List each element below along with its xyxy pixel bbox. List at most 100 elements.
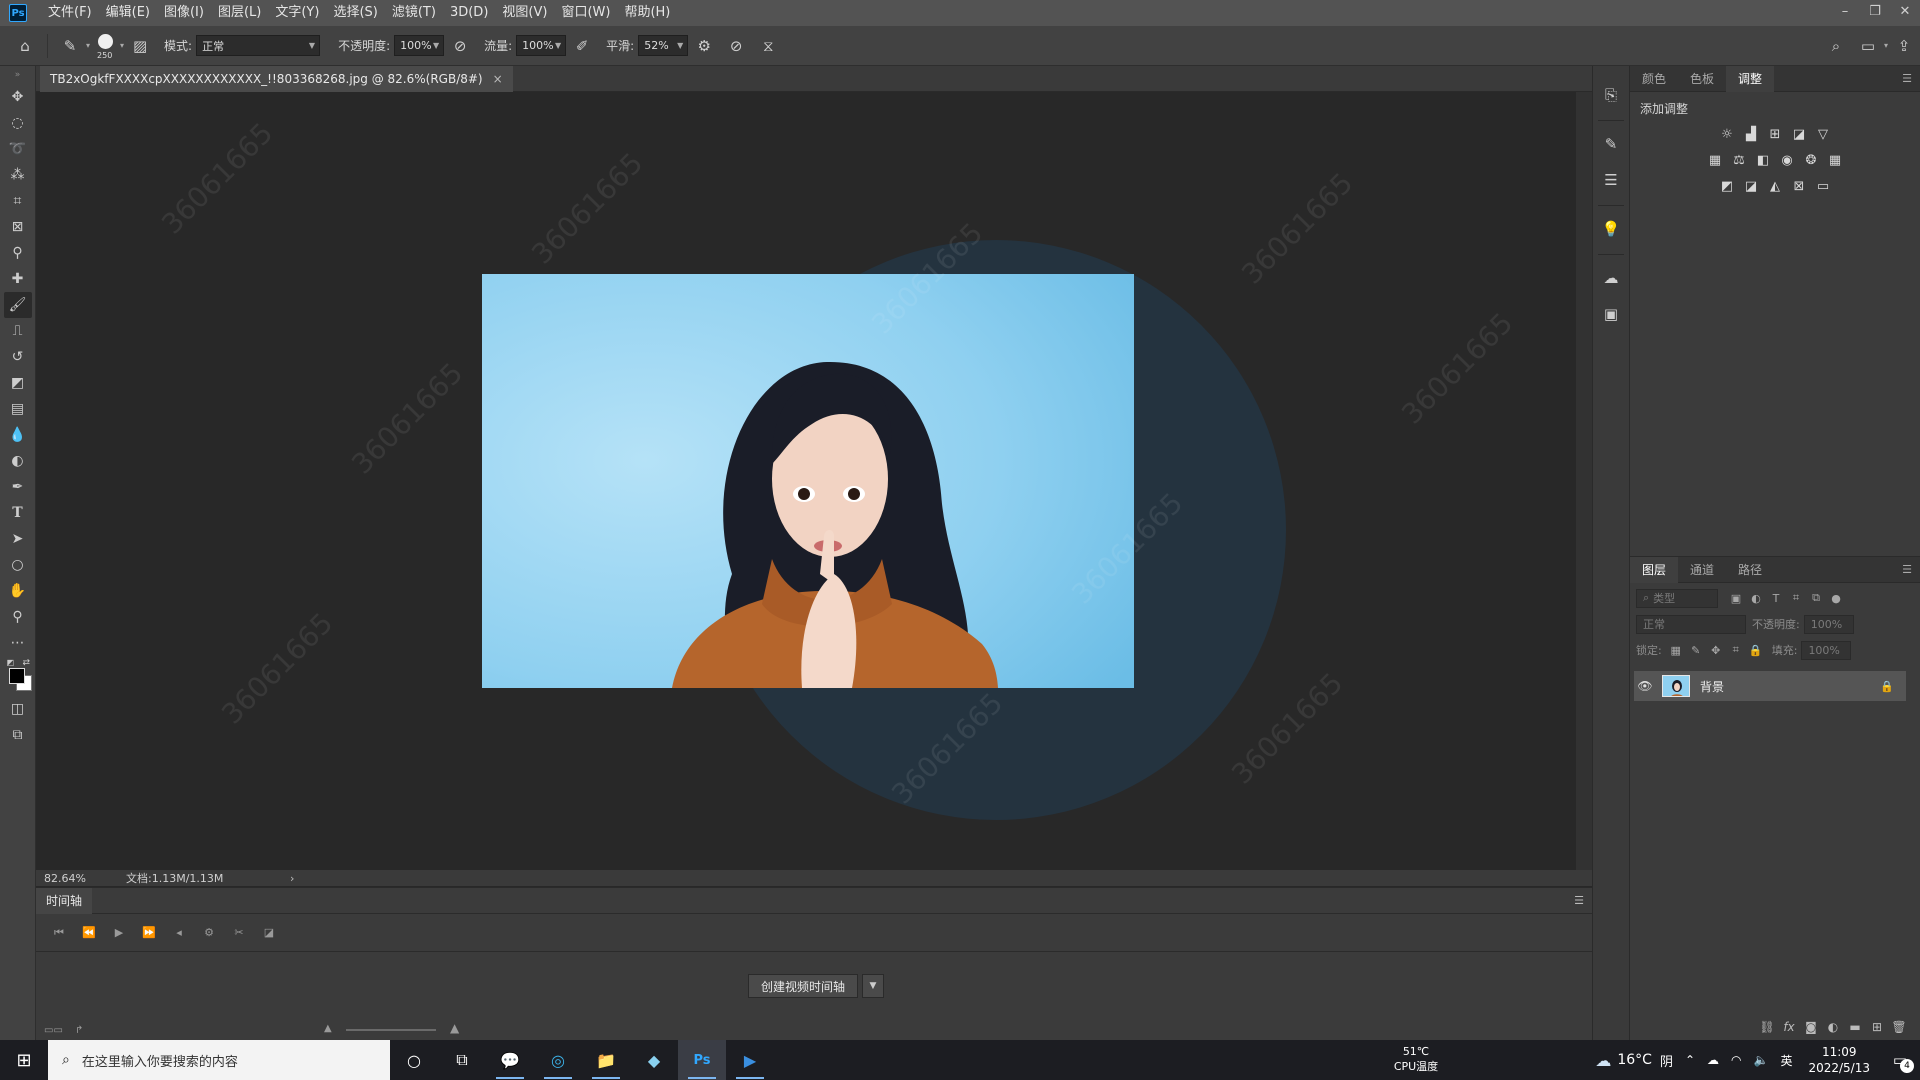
notification-center-icon[interactable]: ▭ 4: [1880, 1051, 1920, 1073]
pressure-opacity-icon[interactable]: ⊘: [447, 33, 473, 59]
threshold-icon[interactable]: ◭: [1764, 177, 1786, 195]
eyedropper-tool-icon[interactable]: ⚲: [4, 240, 32, 266]
edge-browser-icon[interactable]: ◎: [534, 1040, 582, 1080]
chevron-up-icon[interactable]: ⌃: [1679, 1053, 1701, 1067]
vertical-scrollbar[interactable]: [1576, 92, 1592, 870]
menu-help[interactable]: 帮助(H): [617, 0, 677, 26]
pressure-size-icon[interactable]: ⊘: [723, 33, 749, 59]
properties-icon[interactable]: ☰: [1597, 165, 1625, 195]
render-icon[interactable]: ↱: [75, 1025, 83, 1036]
menu-image[interactable]: 图像(I): [157, 0, 211, 26]
lock-icon[interactable]: 🔒: [1880, 680, 1894, 693]
swap-colors-icon[interactable]: ⇄: [23, 658, 31, 668]
channels-icon[interactable]: ▣: [1597, 299, 1625, 329]
gear-icon[interactable]: ⚙: [194, 921, 224, 945]
menu-type[interactable]: 文字(Y): [268, 0, 326, 26]
color-balance-icon[interactable]: ⚖: [1728, 151, 1750, 169]
wechat-icon[interactable]: 💬: [486, 1040, 534, 1080]
tab-swatches[interactable]: 色板: [1678, 66, 1726, 92]
ime-indicator[interactable]: 英: [1774, 1052, 1798, 1069]
dodge-tool-icon[interactable]: ◐: [4, 448, 32, 474]
frames-icon[interactable]: ▭▭: [44, 1025, 63, 1036]
timeline-zoom-slider[interactable]: [346, 1029, 436, 1031]
first-frame-icon[interactable]: ⏮: [44, 921, 74, 945]
previous-frame-icon[interactable]: ⏪: [74, 921, 104, 945]
menu-layer[interactable]: 图层(L): [211, 0, 268, 26]
selective-color-icon[interactable]: ⊠: [1788, 177, 1810, 195]
search-icon[interactable]: ⌕: [1823, 33, 1849, 59]
zoom-tool-icon[interactable]: ⚲: [4, 604, 32, 630]
tab-layers[interactable]: 图层: [1630, 556, 1679, 583]
history-icon[interactable]: ⎘: [1597, 80, 1625, 110]
levels-icon[interactable]: ▟: [1740, 125, 1762, 143]
lock-artboard-icon[interactable]: ⌗: [1726, 641, 1746, 659]
channel-mixer-icon[interactable]: ❂: [1800, 151, 1822, 169]
brush-preset-icon[interactable]: ✎: [57, 33, 83, 59]
tab-adjustments[interactable]: 调整: [1726, 65, 1775, 92]
brush-settings-panel-icon[interactable]: ▨: [127, 33, 153, 59]
vibrance-icon[interactable]: ▽: [1812, 125, 1834, 143]
color-lookup-icon[interactable]: ▦: [1824, 151, 1846, 169]
adjustment-filter-icon[interactable]: ◐: [1746, 589, 1766, 607]
curves-icon[interactable]: ⊞: [1764, 125, 1786, 143]
learn-bulb-icon[interactable]: 💡: [1597, 214, 1625, 244]
lock-all-icon[interactable]: 🔒: [1746, 641, 1766, 659]
new-layer-icon[interactable]: ⊞: [1866, 1020, 1888, 1034]
path-selection-tool-icon[interactable]: ➤: [4, 526, 32, 552]
lock-position-icon[interactable]: ✥: [1706, 641, 1726, 659]
lock-transparent-icon[interactable]: ▦: [1666, 641, 1686, 659]
taskbar-search-box[interactable]: ⌕ 在这里输入你要搜索的内容: [48, 1040, 390, 1080]
chevron-down-icon[interactable]: ▼: [862, 974, 885, 998]
cortana-icon[interactable]: ○: [390, 1040, 438, 1080]
tab-timeline[interactable]: 时间轴: [36, 887, 93, 914]
pen-tool-icon[interactable]: ✒: [4, 474, 32, 500]
menu-select[interactable]: 选择(S): [326, 0, 384, 26]
gradient-map-icon[interactable]: ▭: [1812, 177, 1834, 195]
document-tab[interactable]: TB2xOgkfFXXXXcpXXXXXXXXXXXX_!!803368268.…: [40, 66, 513, 92]
windows-start-icon[interactable]: ⊞: [0, 1040, 48, 1080]
menu-filter[interactable]: 滤镜(T): [385, 0, 443, 26]
pixel-filter-icon[interactable]: ▣: [1726, 589, 1746, 607]
tab-channels[interactable]: 通道: [1678, 557, 1726, 583]
default-colors-icon[interactable]: ◩: [7, 658, 15, 667]
layer-opacity-field[interactable]: 100%: [1803, 614, 1854, 634]
healing-brush-tool-icon[interactable]: ✚: [4, 266, 32, 292]
more-tools-icon[interactable]: ⋯: [4, 630, 32, 656]
black-white-icon[interactable]: ◧: [1752, 151, 1774, 169]
menu-window[interactable]: 窗口(W): [554, 0, 617, 26]
canvas-area[interactable]: 36061665 36061665 36061665 36061665 3606…: [36, 92, 1576, 870]
blend-mode-select[interactable]: 正常: [1636, 614, 1746, 634]
opacity-field[interactable]: 100% ▼: [394, 35, 445, 56]
share-icon[interactable]: ⇪: [1891, 33, 1917, 59]
weather-widget[interactable]: ☁ 16°C 阴: [1589, 1051, 1679, 1070]
smart-object-filter-icon[interactable]: ⧉: [1806, 589, 1826, 607]
fill-field[interactable]: 100%: [1801, 640, 1852, 660]
next-frame-icon[interactable]: ⏩: [134, 921, 164, 945]
fx-icon[interactable]: fx: [1778, 1020, 1800, 1034]
eraser-tool-icon[interactable]: ◩: [4, 370, 32, 396]
gear-icon[interactable]: ⚙: [691, 33, 717, 59]
add-mask-icon[interactable]: ◙: [1800, 1020, 1822, 1034]
gradient-tool-icon[interactable]: ▤: [4, 396, 32, 422]
collapse-icon[interactable]: »: [15, 70, 21, 84]
brush-settings-icon[interactable]: ✎: [1597, 129, 1625, 159]
photo-filter-icon[interactable]: ◉: [1776, 151, 1798, 169]
lasso-tool-icon[interactable]: ➰: [4, 136, 32, 162]
posterize-icon[interactable]: ◪: [1740, 177, 1762, 195]
menu-file[interactable]: 文件(F): [41, 0, 99, 26]
menu-edit[interactable]: 编辑(E): [99, 0, 157, 26]
trash-icon[interactable]: 🗑: [1888, 1020, 1910, 1034]
symmetry-icon[interactable]: ⧖: [755, 33, 781, 59]
zoom-in-icon[interactable]: ▲: [450, 1021, 459, 1035]
chevron-right-icon[interactable]: ›: [290, 872, 294, 885]
marquee-tool-icon[interactable]: ◌: [4, 110, 32, 136]
lock-pixels-icon[interactable]: ✎: [1686, 641, 1706, 659]
foreground-color-swatch[interactable]: [8, 668, 25, 684]
type-filter-icon[interactable]: T: [1766, 589, 1786, 607]
brush-tool-icon[interactable]: 🖌: [3, 292, 32, 318]
libraries-icon[interactable]: ☁: [1597, 263, 1625, 293]
menu-view[interactable]: 视图(V): [495, 0, 554, 26]
move-tool-icon[interactable]: ✥: [4, 84, 32, 110]
video-app-icon[interactable]: ▶: [726, 1040, 774, 1080]
blur-tool-icon[interactable]: 💧: [4, 422, 32, 448]
